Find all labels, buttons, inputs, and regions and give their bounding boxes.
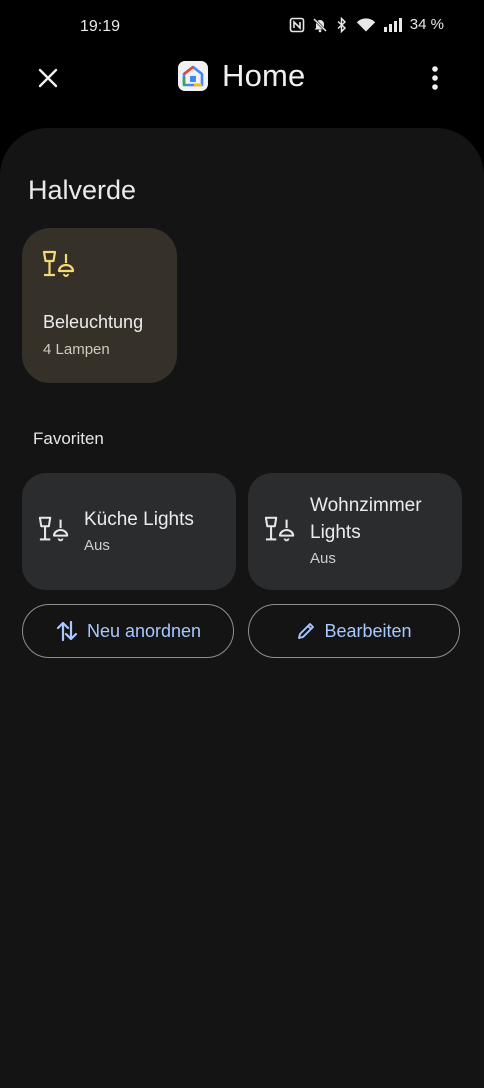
mute-icon [312,17,328,33]
edit-label: Bearbeiten [324,620,412,641]
top-app-bar: Home [0,50,484,104]
swap-vert-icon [56,620,78,642]
favorite-state: Aus [310,550,336,567]
lighting-group-card[interactable]: Beleuchtung 4 Lampen [22,228,177,383]
more-options-button[interactable] [420,60,450,96]
bluetooth-icon [335,16,349,33]
group-subtitle: 4 Lampen [43,341,110,358]
status-time: 19:19 [80,18,121,35]
pencil-icon [298,623,315,639]
status-bar: 19:19 34 % [0,0,484,56]
rearrange-label: Neu anordnen [86,620,202,641]
wifi-icon [356,17,376,33]
favorite-state: Aus [84,537,110,554]
favorite-card-kueche[interactable]: Küche Lights Aus [22,473,236,590]
lamp-icon [38,515,70,550]
lamp-icon [264,515,296,550]
close-icon [38,68,58,88]
close-button[interactable] [30,60,66,96]
app-title: Home [222,58,306,93]
favorites-title: Favoriten [33,429,104,448]
rearrange-button[interactable]: Neu anordnen [22,604,234,658]
lamp-icon [42,250,76,285]
favorite-name: Wohnzimmer Lights [310,495,422,543]
nfc-icon [289,17,305,33]
google-home-logo [178,61,208,91]
edit-button[interactable]: Bearbeiten [248,604,460,658]
status-icons: 34 % [289,16,444,33]
favorite-name: Küche Lights [84,509,194,530]
more-vert-icon [432,66,438,90]
signal-icon [383,17,403,33]
home-name: Halverde [28,175,137,205]
battery-text: 34 % [409,16,444,33]
app-title-group: Home [178,58,306,94]
favorite-card-wohnzimmer[interactable]: Wohnzimmer Lights Aus [248,473,462,590]
group-name: Beleuchtung [43,312,144,332]
